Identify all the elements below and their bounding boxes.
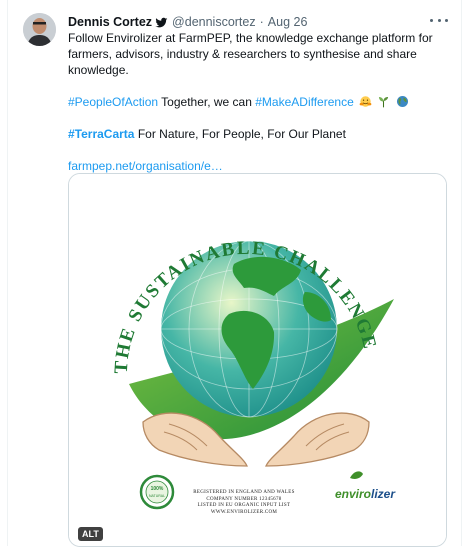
globe-icon — [396, 95, 408, 108]
registration-text: REGISTERED IN ENGLAND AND WALES COMPANY … — [179, 490, 309, 516]
reg-line-1: REGISTERED IN ENGLAND AND WALES — [193, 490, 295, 495]
alt-badge[interactable]: ALT — [78, 527, 103, 541]
author-handle[interactable]: @denniscortez — [172, 15, 256, 29]
hashtag-make-a-difference[interactable]: #MakeADifference — [255, 95, 354, 109]
reg-line-3: LISTED IN EU ORGANIC INPUT LIST — [197, 503, 291, 508]
tweet-text-line3: #TerraCarta For Nature, For People, For … — [68, 126, 448, 142]
tweet-date[interactable]: Aug 26 — [268, 15, 308, 29]
tweet-body: Follow Envirolizer at FarmPEP, the knowl… — [68, 30, 448, 174]
separator: · — [259, 15, 264, 29]
tweet-text-together: Together, we can — [158, 95, 256, 109]
author-name[interactable]: Dennis Cortez — [68, 15, 152, 29]
right-divider — [461, 0, 462, 546]
left-divider — [7, 0, 8, 546]
tweet-media-card[interactable]: THE SUSTAINABLE CHALLENGE 100% NATURAL R… — [68, 173, 447, 547]
more-options-icon[interactable] — [430, 13, 448, 27]
tweet-text-line2: #PeopleOfAction Together, we can #MakeAD… — [68, 94, 448, 110]
logo-part-2: lizer — [371, 487, 396, 501]
tweet-text-for-nature: For Nature, For People, For Our Planet — [134, 127, 346, 141]
svg-text:NATURAL: NATURAL — [149, 494, 165, 498]
hugging-face-icon — [359, 96, 372, 107]
seedling-icon — [379, 96, 389, 108]
tweet-text-line1: Follow Envirolizer at FarmPEP, the knowl… — [68, 31, 433, 77]
envirolizer-logo: envirolizer — [335, 487, 395, 501]
hashtag-people-of-action[interactable]: #PeopleOfAction — [68, 95, 158, 109]
tweet-header: Dennis Cortez @denniscortez · Aug 26 — [68, 13, 307, 31]
tweet-link[interactable]: farmpep.net/organisation/e… — [68, 159, 223, 173]
svg-text:100%: 100% — [151, 486, 164, 492]
avatar[interactable] — [23, 13, 56, 46]
reg-line-4: WWW.ENVIROLIZER.COM — [210, 509, 278, 515]
logo-part-1: enviro — [335, 487, 372, 501]
hashtag-terra-carta[interactable]: #TerraCarta — [68, 127, 134, 141]
verified-badge-icon — [155, 17, 168, 27]
